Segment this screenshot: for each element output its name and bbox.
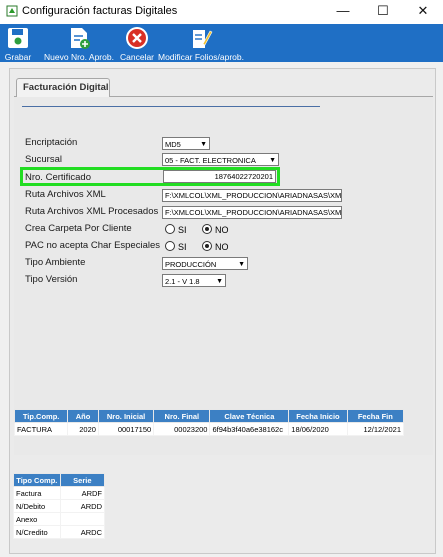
pac-si-radio[interactable]: SI — [165, 241, 187, 252]
table-row[interactable]: N/Credito ARDC — [13, 525, 106, 539]
modify-folios-button-label: Modificar Folios/aprob. — [158, 52, 244, 62]
tipo-version-select[interactable]: 2.1 - V 1.8 ▼ — [162, 274, 226, 287]
table-cell: N/Debito — [13, 499, 61, 513]
table-cell: N/Credito — [13, 525, 61, 539]
cancel-icon — [126, 27, 148, 49]
close-button[interactable]: ✕ — [403, 0, 443, 24]
tab-label: Facturación Digital — [23, 82, 109, 93]
chevron-down-icon: ▼ — [216, 278, 223, 285]
chevron-down-icon: ▼ — [269, 157, 276, 164]
col-anio[interactable]: Año — [67, 409, 99, 423]
folios-table-header: Tip.Comp. Año Nro. Inicial Nro. Final Cl… — [13, 409, 405, 423]
crea-carpeta-no-radio[interactable]: NO — [202, 224, 229, 235]
app-icon — [6, 5, 18, 17]
table-cell: ARDD — [59, 499, 106, 513]
table-cell: Anexo — [13, 512, 61, 526]
series-table-header: Tipo Comp. Serie — [13, 473, 106, 487]
window-title: Configuración facturas Digitales — [22, 5, 178, 17]
section-divider — [22, 106, 320, 107]
pac-no-radio[interactable]: NO — [202, 241, 229, 252]
tipo-version-value: 2.1 - V 1.8 — [165, 277, 200, 286]
table-cell: 12/12/2021 — [346, 422, 405, 436]
tipo-ambiente-value: PRODUCCIÓN — [165, 260, 217, 269]
maximize-button[interactable]: ☐ — [363, 0, 403, 24]
col-serie[interactable]: Serie — [59, 473, 106, 487]
title-bar: Configuración facturas Digitales — ☐ ✕ — [0, 0, 443, 25]
col-tip-comp[interactable]: Tip.Comp. — [13, 409, 69, 423]
tipo-ambiente-label: Tipo Ambiente — [25, 257, 86, 268]
minimize-button[interactable]: — — [323, 0, 363, 24]
crea-carpeta-si-radio[interactable]: SI — [165, 224, 187, 235]
table-cell — [59, 512, 106, 526]
ruta-xml-procesados-input[interactable]: F:\XMLCOL\XML_PRODUCCION\ARIADNASAS\XML_ — [162, 206, 342, 219]
chevron-down-icon: ▼ — [238, 261, 245, 268]
ruta-xml-input[interactable]: F:\XMLCOL\XML_PRODUCCION\ARIADNASAS\XML_ — [162, 189, 342, 202]
tipo-ambiente-select[interactable]: PRODUCCIÓN ▼ — [162, 257, 248, 270]
ruta-xml-procesados-label: Ruta Archivos XML Procesados — [25, 206, 159, 217]
radio-button-selected-icon — [202, 241, 212, 251]
new-document-icon — [71, 28, 90, 49]
radio-button-icon — [165, 241, 175, 251]
col-nro-final[interactable]: Nro. Final — [153, 409, 211, 423]
table-cell: 2020 — [67, 422, 99, 436]
series-table: Tipo Comp. Serie Factura ARDF N/Debito A… — [13, 473, 106, 539]
tab-facturacion-digital[interactable]: Facturación Digital — [16, 78, 110, 97]
table-cell: FACTURA — [13, 422, 69, 436]
table-cell: 6f94b3f40a6e38162c — [209, 422, 290, 436]
col-tipo-comp[interactable]: Tipo Comp. — [13, 473, 61, 487]
sucursal-label: Sucursal — [25, 154, 62, 165]
radio-button-selected-icon — [202, 224, 212, 234]
pac-label: PAC no acepta Char Especiales — [25, 240, 161, 251]
nro-certificado-value: 18764022720201 — [214, 172, 273, 181]
pac-no-label: NO — [215, 242, 229, 252]
nro-certificado-input[interactable]: 18764022720201 — [163, 170, 276, 183]
table-row[interactable]: Anexo — [13, 512, 106, 526]
table-row[interactable]: FACTURA 2020 00017150 00023200 6f94b3f40… — [13, 422, 405, 436]
ruta-xml-procesados-value: F:\XMLCOL\XML_PRODUCCION\ARIADNASAS\XML_ — [165, 208, 342, 217]
col-fecha-fin[interactable]: Fecha Fin — [346, 409, 405, 423]
tipo-version-label: Tipo Versión — [25, 274, 78, 285]
table-cell: Factura — [13, 486, 61, 500]
radio-button-icon — [165, 224, 175, 234]
table-cell: 00023200 — [153, 422, 211, 436]
pac-si-label: SI — [178, 242, 187, 252]
sucursal-select[interactable]: 05 - FACT. ELECTRONICA ▼ — [162, 153, 279, 166]
ruta-xml-label: Ruta Archivos XML — [25, 189, 106, 200]
ruta-xml-value: F:\XMLCOL\XML_PRODUCCION\ARIADNASAS\XML_ — [165, 191, 342, 200]
chevron-down-icon: ▼ — [200, 141, 207, 148]
save-button-label: Grabar — [4, 52, 32, 62]
crea-carpeta-label: Crea Carpeta Por Cliente — [25, 223, 132, 234]
encriptacion-value: MD5 — [165, 140, 181, 149]
folios-table: Tip.Comp. Año Nro. Inicial Nro. Final Cl… — [13, 409, 405, 436]
encriptacion-label: Encriptación — [25, 137, 78, 148]
new-approval-button-label: Nuevo Nro. Aprob. — [44, 52, 114, 62]
table-cell: 00017150 — [97, 422, 155, 436]
col-nro-inicial[interactable]: Nro. Inicial — [97, 409, 155, 423]
table-cell: ARDC — [59, 525, 106, 539]
table-cell: ARDF — [59, 486, 106, 500]
floppy-disk-icon — [8, 28, 28, 48]
toolbar: Grabar Nuevo Nro. Aprob. Cancelar Modifi… — [0, 24, 443, 62]
crea-carpeta-no-label: NO — [215, 225, 229, 235]
table-row[interactable]: Factura ARDF — [13, 486, 106, 500]
crea-carpeta-si-label: SI — [178, 225, 187, 235]
sucursal-value: 05 - FACT. ELECTRONICA — [165, 156, 256, 165]
cancel-button-label: Cancelar — [119, 52, 155, 62]
edit-document-icon — [193, 30, 213, 48]
col-clave-tecnica[interactable]: Clave Técnica — [209, 409, 290, 423]
table-row[interactable]: N/Debito ARDD — [13, 499, 106, 513]
col-fecha-inicio[interactable]: Fecha Inicio — [288, 409, 348, 423]
table-cell: 18/06/2020 — [288, 422, 348, 436]
encriptacion-select[interactable]: MD5 ▼ — [162, 137, 210, 150]
